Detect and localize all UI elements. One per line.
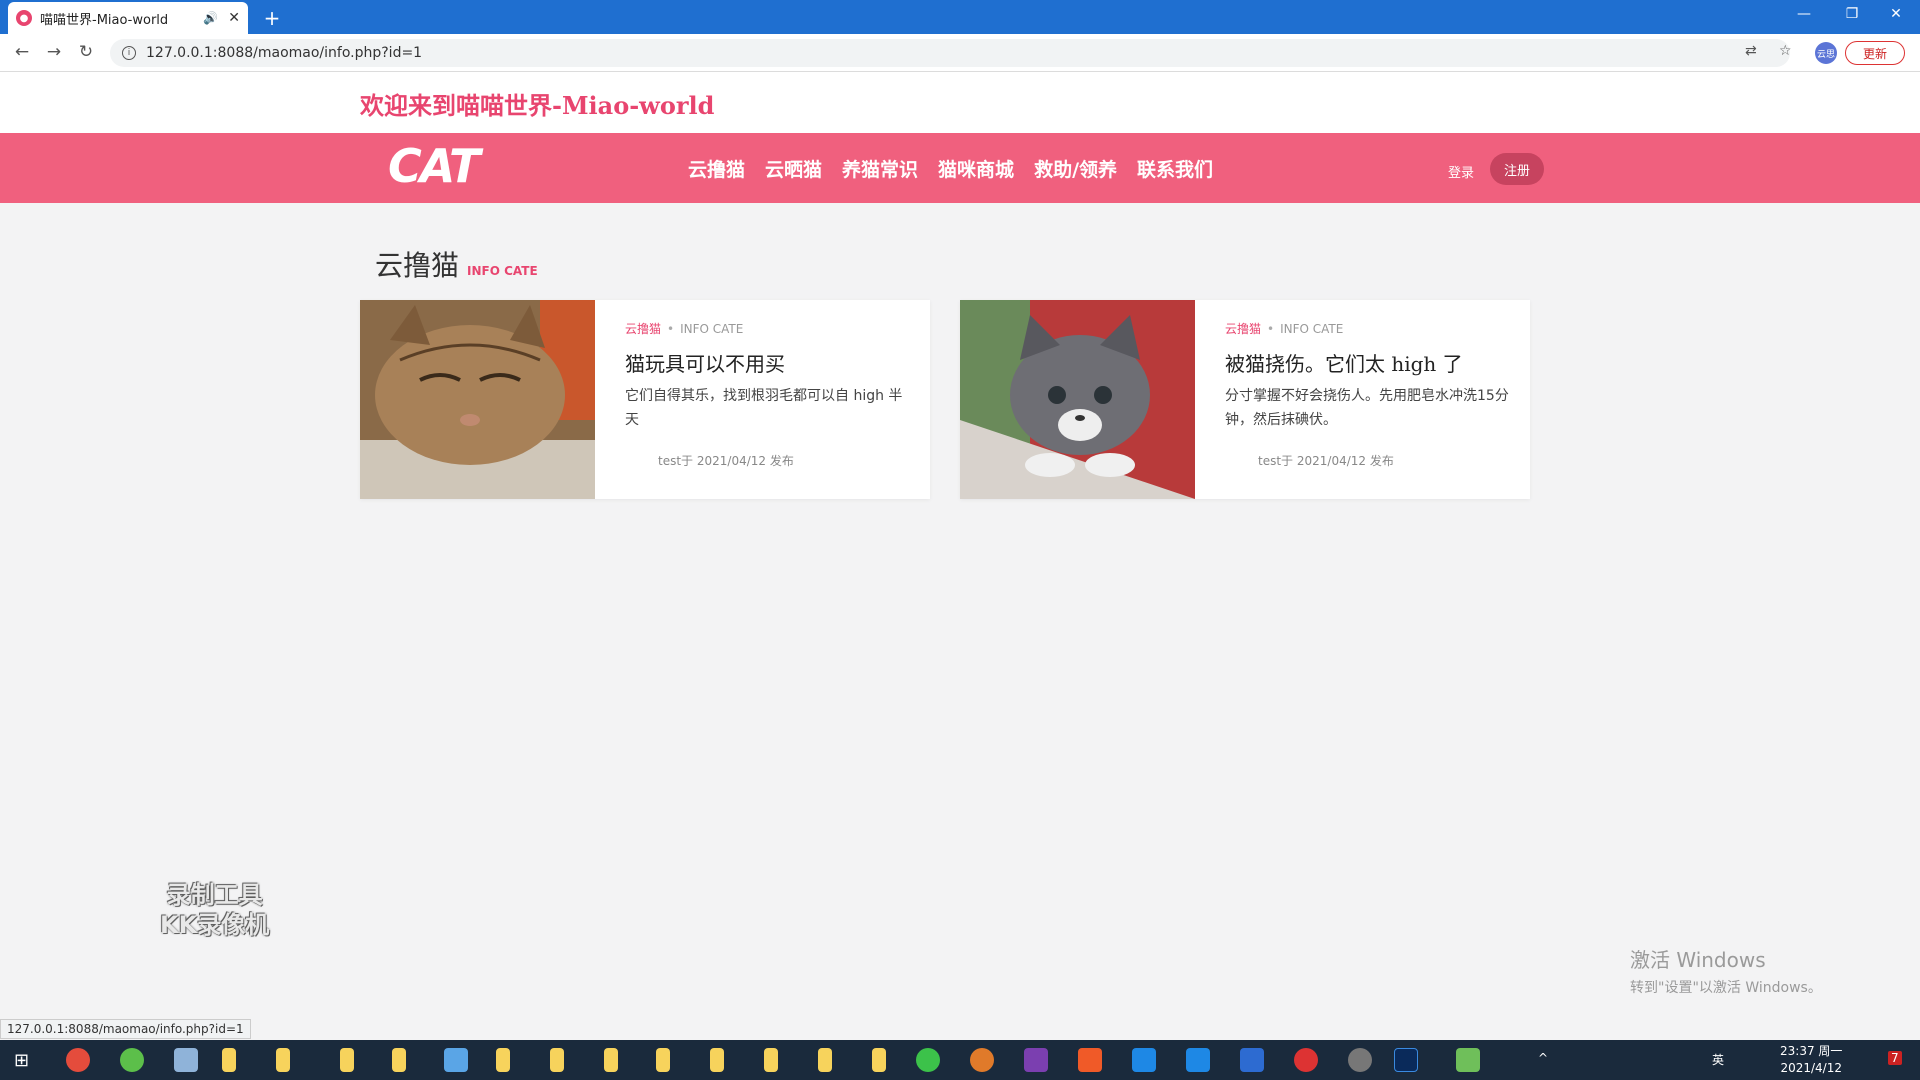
card-title[interactable]: 被猫挠伤。它们太 high 了 <box>1225 348 1463 377</box>
app-red-icon[interactable] <box>1078 1048 1102 1072</box>
browser-titlebar: ● 喵喵世界-Miao-world 🔊 ✕ + — ❐ ✕ <box>0 0 1920 34</box>
folder-icon[interactable] <box>276 1048 290 1072</box>
app-orange-icon[interactable] <box>970 1048 994 1072</box>
tab-close-icon[interactable]: ✕ <box>228 10 240 26</box>
vscode-icon[interactable] <box>1240 1048 1264 1072</box>
app-green-2-icon[interactable] <box>1456 1048 1480 1072</box>
profile-avatar[interactable]: 云思 <box>1815 42 1837 64</box>
main-nav: 云撸猫 云晒猫 养猫常识 猫咪商城 救助/领养 联系我们 <box>688 155 1213 182</box>
minimize-icon[interactable]: — <box>1784 6 1824 22</box>
folder-icon[interactable] <box>818 1048 832 1072</box>
activate-line-1: 激活 Windows <box>1630 948 1766 972</box>
card-info-tag: INFO CATE <box>1280 322 1344 336</box>
card-excerpt: 分寸掌握不好会挠伤人。先用肥皂水冲洗15分钟，然后抹碘伏。 <box>1225 388 1509 428</box>
site-logo[interactable]: CAT <box>388 139 480 193</box>
address-url: 127.0.0.1:8088/maomao/info.php?id=1 <box>146 45 423 61</box>
browser-toolbar: ← → ↻ i 127.0.0.1:8088/maomao/info.php?i… <box>0 34 1920 72</box>
clock-time: 23:37 周一 <box>1780 1044 1843 1058</box>
reload-icon[interactable]: ↻ <box>74 42 98 62</box>
folder-icon[interactable] <box>604 1048 618 1072</box>
address-bar[interactable]: i 127.0.0.1:8088/maomao/info.php?id=1 <box>110 39 1790 67</box>
welcome-text: 欢迎来到喵喵世界-Miao-world <box>360 91 715 120</box>
article-card[interactable]: 云撸猫 • INFO CATE 被猫挠伤。它们太 high 了 分寸掌握不好会挠伤人… <box>960 300 1530 499</box>
cat-photo-tabby[interactable] <box>360 300 595 499</box>
tab-title: 喵喵世界-Miao-world <box>40 12 169 28</box>
browser-tab[interactable]: ● 喵喵世界-Miao-world 🔊 ✕ <box>8 2 248 34</box>
recorder-watermark: 录制工具 KK录像机 <box>160 880 269 940</box>
folder-icon[interactable] <box>496 1048 510 1072</box>
folder-icon[interactable] <box>872 1048 886 1072</box>
close-window-icon[interactable]: ✕ <box>1876 6 1916 22</box>
recorder-line-1: 录制工具 <box>166 881 263 909</box>
card-author: test于 2021/04/12 发布 <box>658 454 794 468</box>
card-category[interactable]: 云撸猫 <box>625 322 661 336</box>
phpstorm-icon[interactable] <box>1024 1048 1048 1072</box>
nav-item-yunlumao[interactable]: 云撸猫 <box>688 155 745 182</box>
system-clock[interactable]: 23:37 周一 2021/4/12 <box>1780 1043 1842 1077</box>
folder-icon[interactable] <box>392 1048 406 1072</box>
cat-photo-grey-kitten[interactable] <box>960 300 1195 499</box>
folder-icon[interactable] <box>340 1048 354 1072</box>
folder-icon[interactable] <box>710 1048 724 1072</box>
nav-item-adoption[interactable]: 救助/领养 <box>1034 155 1117 182</box>
translate-icon[interactable]: ⇄ <box>1745 43 1757 59</box>
folder-icon[interactable] <box>550 1048 564 1072</box>
app-blue-icon[interactable] <box>444 1048 468 1072</box>
article-card[interactable]: 云撸猫 • INFO CATE 猫玩具可以不用买 它们自得其乐，找到根羽毛都可以自 … <box>360 300 930 499</box>
nav-item-contact[interactable]: 联系我们 <box>1137 155 1213 182</box>
restore-icon[interactable]: ❐ <box>1832 6 1872 22</box>
tab-favicon-icon: ● <box>16 10 32 26</box>
card-category[interactable]: 云撸猫 <box>1225 322 1261 336</box>
app-blue-2-icon[interactable] <box>1132 1048 1156 1072</box>
register-button[interactable]: 注册 <box>1490 153 1544 185</box>
update-button[interactable]: 更新 <box>1845 41 1905 65</box>
windows-activation-notice: 激活 Windows 转到"设置"以激活 Windows。 <box>1630 944 1822 997</box>
card-excerpt: 它们自得其乐，找到根羽毛都可以自 high 半天 <box>625 388 903 428</box>
card-info-tag: INFO CATE <box>680 322 744 336</box>
nav-item-care-tips[interactable]: 养猫常识 <box>842 155 918 182</box>
site-info-icon[interactable]: i <box>122 46 136 60</box>
card-author: test于 2021/04/12 发布 <box>1258 454 1394 468</box>
nav-item-yunshaimao[interactable]: 云晒猫 <box>765 155 822 182</box>
tray-chevron-icon[interactable]: ^ <box>1538 1051 1548 1065</box>
activate-line-2: 转到"设置"以激活 Windows。 <box>1630 980 1822 996</box>
chrome-icon[interactable] <box>66 1048 90 1072</box>
card-title[interactable]: 猫玩具可以不用买 <box>625 348 785 377</box>
new-tab-button[interactable]: + <box>260 6 284 30</box>
folder-icon[interactable] <box>764 1048 778 1072</box>
card-meta: 云撸猫 • INFO CATE <box>625 322 744 336</box>
recorder-app-icon[interactable] <box>1348 1048 1372 1072</box>
windows-taskbar: ⊞ ^ 英 23:37 周一 2021/4/12 7 <box>0 1040 1920 1080</box>
card-meta: 云撸猫 • INFO CATE <box>1225 322 1344 336</box>
folder-icon[interactable] <box>656 1048 670 1072</box>
bookmark-star-icon[interactable]: ☆ <box>1779 43 1792 59</box>
ime-lang-indicator[interactable]: 英 <box>1712 1051 1724 1068</box>
forward-icon[interactable]: → <box>42 42 66 62</box>
photoshop-icon[interactable] <box>1394 1048 1418 1072</box>
section-title: 云撸猫 <box>375 249 460 282</box>
link-status-bar: 127.0.0.1:8088/maomao/info.php?id=1 <box>0 1019 251 1039</box>
welcome-banner: 欢迎来到喵喵世界-Miao-world <box>0 72 1920 133</box>
wechat-icon[interactable] <box>916 1048 940 1072</box>
tab-audio-icon[interactable]: 🔊 <box>203 11 218 25</box>
section-subtitle: INFO CATE <box>467 264 538 278</box>
start-windows-icon[interactable]: ⊞ <box>14 1050 29 1071</box>
site-navbar: CAT 云撸猫 云晒猫 养猫常识 猫咪商城 救助/领养 联系我们 登录 注册 <box>0 133 1920 203</box>
app-blue-3-icon[interactable] <box>1186 1048 1210 1072</box>
app-red-2-icon[interactable] <box>1294 1048 1318 1072</box>
notification-badge[interactable]: 7 <box>1888 1051 1902 1065</box>
clock-date: 2021/4/12 <box>1780 1061 1842 1075</box>
calendar-app-icon[interactable] <box>174 1048 198 1072</box>
app-green-icon[interactable] <box>120 1048 144 1072</box>
section-heading: 云撸猫 INFO CATE <box>375 244 538 284</box>
nav-item-shop[interactable]: 猫咪商城 <box>938 155 1014 182</box>
login-link[interactable]: 登录 <box>1448 162 1474 181</box>
folder-icon[interactable] <box>222 1048 236 1072</box>
back-icon[interactable]: ← <box>10 42 34 62</box>
recorder-line-2: KK录像机 <box>160 911 270 939</box>
